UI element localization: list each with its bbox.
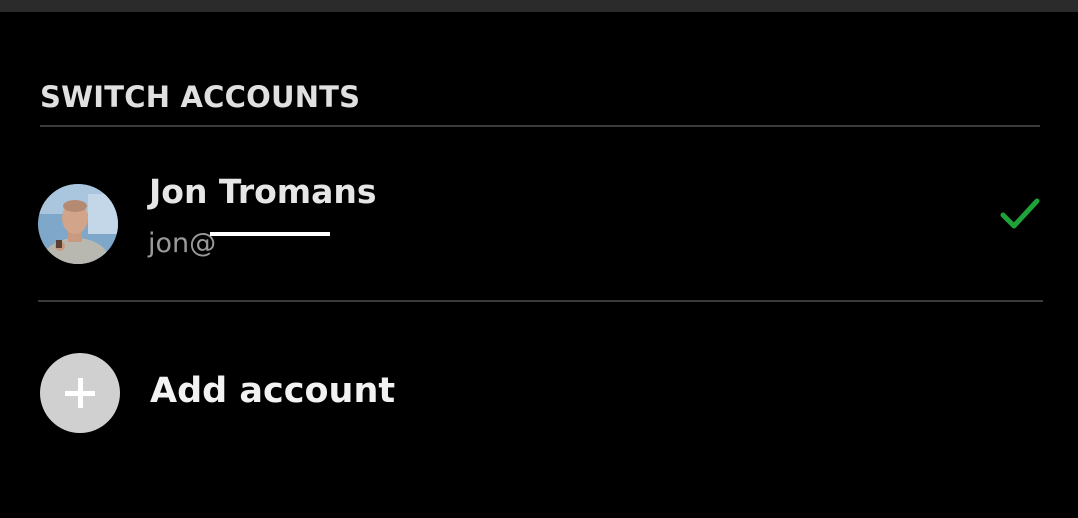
account-divider	[38, 300, 1043, 302]
account-email: jon@	[148, 228, 217, 259]
account-name: Jon Tromans	[149, 172, 377, 211]
plus-icon	[65, 378, 95, 408]
email-redaction	[210, 232, 330, 236]
add-account-label[interactable]: Add account	[150, 371, 395, 411]
account-row[interactable]: Jon Tromans jon@	[0, 140, 1078, 290]
add-account-button[interactable]	[40, 353, 120, 433]
header-divider	[40, 125, 1040, 127]
add-account-row[interactable]: Add account	[0, 330, 1078, 460]
section-title: SWITCH ACCOUNTS	[40, 80, 361, 114]
top-strip	[0, 0, 1078, 12]
avatar	[38, 184, 118, 264]
check-icon	[1000, 198, 1040, 229]
